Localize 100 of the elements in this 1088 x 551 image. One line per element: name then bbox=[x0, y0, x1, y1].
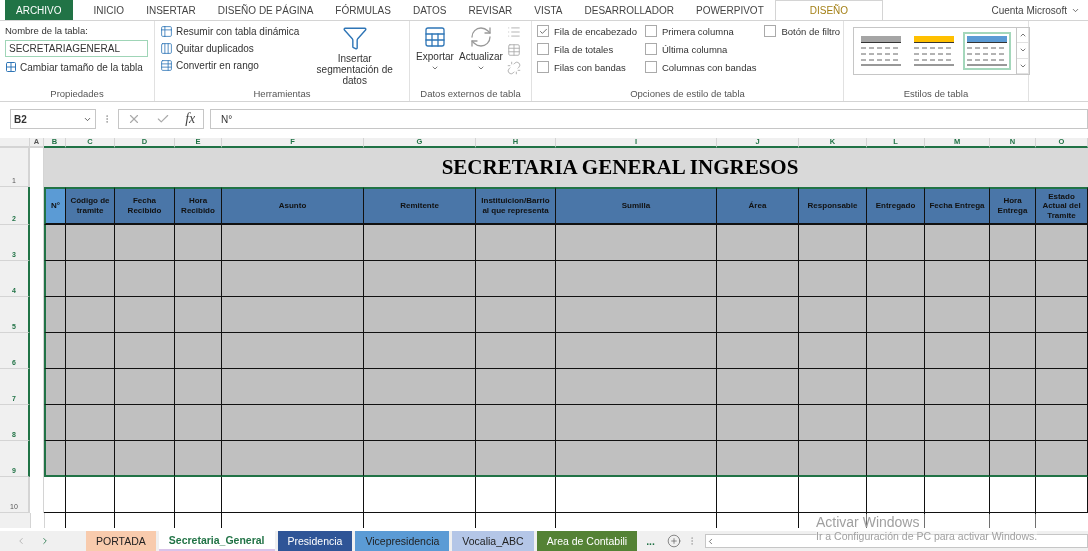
table-cell[interactable] bbox=[867, 261, 925, 297]
table-cell[interactable] bbox=[556, 405, 717, 441]
table-cell[interactable] bbox=[1036, 477, 1088, 513]
ribbon-button[interactable]: Quitar duplicados bbox=[160, 42, 300, 55]
table-cell[interactable] bbox=[115, 441, 175, 477]
table-cell[interactable] bbox=[556, 369, 717, 405]
table-cell[interactable] bbox=[799, 261, 867, 297]
table-cell[interactable] bbox=[990, 369, 1036, 405]
table-header-cell[interactable]: Estado Actual del Tramite bbox=[1036, 187, 1088, 225]
table-cell[interactable] bbox=[799, 333, 867, 369]
table-cell[interactable] bbox=[867, 405, 925, 441]
add-sheet-icon[interactable] bbox=[666, 534, 681, 548]
table-header-cell[interactable]: Sumilla bbox=[556, 187, 717, 225]
table-cell[interactable] bbox=[115, 225, 175, 261]
table-cell[interactable] bbox=[66, 333, 115, 369]
table-header-cell[interactable]: Asunto bbox=[222, 187, 364, 225]
table-cell[interactable] bbox=[925, 225, 990, 261]
table-cell[interactable] bbox=[115, 261, 175, 297]
checkbox[interactable] bbox=[644, 61, 657, 73]
table-header-cell[interactable]: Código de tramite bbox=[66, 187, 115, 225]
table-cell[interactable] bbox=[925, 369, 990, 405]
table-cell[interactable] bbox=[556, 261, 717, 297]
name-box[interactable]: B2 bbox=[10, 109, 96, 129]
table-header-cell[interactable]: Hora Entrega bbox=[990, 187, 1036, 225]
table-cell[interactable] bbox=[476, 441, 556, 477]
table-cell[interactable] bbox=[66, 261, 115, 297]
table-cell[interactable] bbox=[717, 369, 799, 405]
table-cell[interactable] bbox=[990, 405, 1036, 441]
table-cell[interactable] bbox=[799, 297, 867, 333]
table-name-field[interactable]: SECRETARIAGENERAL bbox=[5, 40, 148, 57]
table-cell[interactable] bbox=[175, 405, 222, 441]
table-header-cell[interactable]: Instituicion/Barrio al que representa bbox=[476, 187, 556, 225]
table-cell[interactable] bbox=[476, 405, 556, 441]
table-cell[interactable] bbox=[867, 369, 925, 405]
ribbon-button[interactable]: Exportar bbox=[415, 25, 455, 88]
table-cell[interactable] bbox=[556, 333, 717, 369]
table-cell[interactable] bbox=[717, 261, 799, 297]
table-cell[interactable] bbox=[175, 261, 222, 297]
table-cell[interactable] bbox=[867, 297, 925, 333]
table-cell[interactable] bbox=[364, 333, 476, 369]
table-style-option[interactable] bbox=[963, 32, 1011, 70]
table-cell[interactable] bbox=[364, 225, 476, 261]
table-cell[interactable] bbox=[476, 369, 556, 405]
table-cell[interactable] bbox=[66, 297, 115, 333]
table-cell[interactable] bbox=[44, 369, 66, 405]
table-cell[interactable] bbox=[175, 297, 222, 333]
table-cell[interactable] bbox=[476, 297, 556, 333]
table-cell[interactable] bbox=[1036, 369, 1088, 405]
next-sheet-icon[interactable] bbox=[40, 536, 50, 546]
table-cell[interactable] bbox=[990, 225, 1036, 261]
more-sheets-button[interactable]: ... bbox=[640, 531, 661, 551]
table-cell[interactable] bbox=[717, 441, 799, 477]
horizontal-scrollbar[interactable] bbox=[704, 534, 1088, 548]
checkbox[interactable] bbox=[537, 25, 549, 37]
checkbox[interactable] bbox=[644, 25, 657, 37]
insert-slicer-button[interactable]: Insertar segmentación de datos bbox=[305, 25, 404, 88]
table-cell[interactable] bbox=[556, 225, 717, 261]
table-cell[interactable] bbox=[222, 441, 364, 477]
table-cell[interactable] bbox=[1036, 441, 1088, 477]
table-cell[interactable] bbox=[115, 369, 175, 405]
table-cell[interactable] bbox=[66, 225, 115, 261]
table-cell[interactable] bbox=[717, 297, 799, 333]
table-cell[interactable] bbox=[222, 297, 364, 333]
table-cell[interactable] bbox=[476, 333, 556, 369]
table-cell[interactable] bbox=[925, 297, 990, 333]
table-cell[interactable] bbox=[44, 405, 66, 441]
checkbox[interactable] bbox=[537, 61, 549, 73]
table-cell[interactable] bbox=[867, 441, 925, 477]
table-cell[interactable] bbox=[925, 441, 990, 477]
table-cell[interactable] bbox=[66, 405, 115, 441]
table-cell[interactable] bbox=[1036, 261, 1088, 297]
sheet-tab[interactable]: Secretaria_General bbox=[158, 531, 275, 551]
sheet-tab[interactable]: PORTADA bbox=[86, 531, 156, 551]
table-header-cell[interactable]: Área bbox=[717, 187, 799, 225]
table-cell[interactable] bbox=[175, 225, 222, 261]
ribbon-tab[interactable]: ARCHIVO bbox=[5, 0, 73, 20]
table-cell[interactable] bbox=[222, 333, 364, 369]
table-cell[interactable] bbox=[925, 333, 990, 369]
table-cell[interactable] bbox=[44, 297, 66, 333]
resize-table-button[interactable]: Cambiar tamaño de la tabla bbox=[5, 61, 148, 73]
check-icon[interactable] bbox=[155, 112, 170, 126]
table-header-cell[interactable]: Hora Recibido bbox=[175, 187, 222, 225]
table-cell[interactable] bbox=[799, 441, 867, 477]
table-cell[interactable] bbox=[925, 405, 990, 441]
table-cell[interactable] bbox=[799, 405, 867, 441]
table-cell[interactable] bbox=[1036, 297, 1088, 333]
table-cell[interactable] bbox=[115, 333, 175, 369]
table-cell[interactable] bbox=[364, 369, 476, 405]
table-cell[interactable] bbox=[1036, 225, 1088, 261]
table-cell[interactable] bbox=[222, 261, 364, 297]
table-cell[interactable] bbox=[717, 225, 799, 261]
table-cell[interactable] bbox=[115, 405, 175, 441]
table-cell[interactable] bbox=[66, 441, 115, 477]
sheet-tab[interactable]: Vicepresidencia bbox=[355, 531, 450, 551]
table-cell[interactable] bbox=[476, 225, 556, 261]
table-cell[interactable] bbox=[717, 405, 799, 441]
table-cell[interactable] bbox=[66, 369, 115, 405]
table-cell[interactable] bbox=[867, 333, 925, 369]
table-cell[interactable] bbox=[990, 297, 1036, 333]
table-cell[interactable] bbox=[925, 261, 990, 297]
